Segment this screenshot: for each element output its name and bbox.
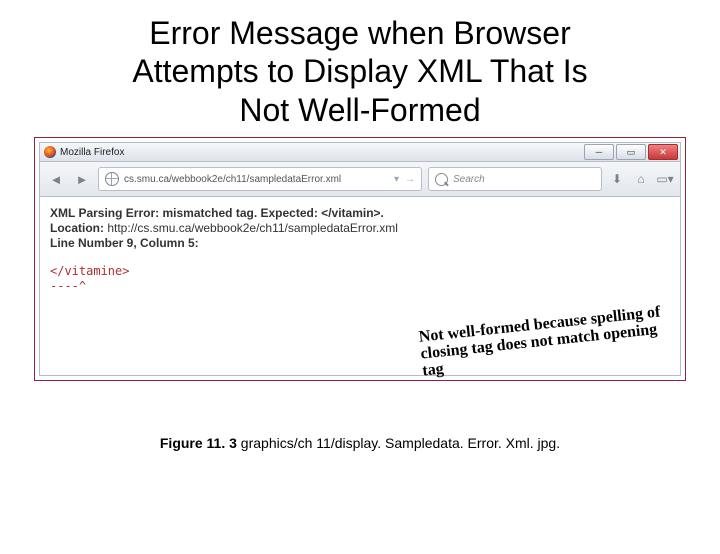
forward-button[interactable]: ► xyxy=(72,169,92,189)
back-button[interactable]: ◄ xyxy=(46,169,66,189)
home-icon[interactable]: ⌂ xyxy=(632,170,650,188)
window-title-text: Mozilla Firefox xyxy=(60,147,124,158)
downloads-icon[interactable]: ⬇ xyxy=(608,170,626,188)
url-text: cs.smu.ca/webbook2e/ch11/sampledataError… xyxy=(124,174,341,185)
error-snippet: </vitamine> ----^ xyxy=(50,264,670,293)
search-box[interactable]: Search xyxy=(428,167,602,191)
bookmarks-icon[interactable]: ▭▾ xyxy=(656,170,674,188)
go-arrow-icon[interactable]: → xyxy=(405,174,415,185)
minimize-button[interactable]: ─ xyxy=(584,144,614,160)
line-number-label: Line Number 9, Column 5: xyxy=(50,236,199,250)
navigation-toolbar: ◄ ► cs.smu.ca/webbook2e/ch11/sampledataE… xyxy=(39,161,681,197)
slide-title: Error Message when Browser Attempts to D… xyxy=(40,14,680,129)
firefox-icon xyxy=(44,146,56,158)
window-controls: ─ ▭ ✕ xyxy=(584,144,680,160)
search-icon xyxy=(435,173,448,186)
url-bar[interactable]: cs.smu.ca/webbook2e/ch11/sampledataError… xyxy=(98,167,422,191)
figure-caption: Figure 11. 3 graphics/ch 11/display. Sam… xyxy=(0,435,720,451)
location-label: Location: xyxy=(50,221,104,235)
globe-icon xyxy=(105,172,119,186)
maximize-button[interactable]: ▭ xyxy=(616,144,646,160)
location-value: http://cs.smu.ca/webbook2e/ch11/sampleda… xyxy=(107,221,398,235)
window-titlebar: Mozilla Firefox ─ ▭ ✕ xyxy=(39,142,681,161)
dropdown-icon[interactable]: ▾ xyxy=(394,174,399,185)
error-heading: XML Parsing Error: mismatched tag. Expec… xyxy=(50,206,384,220)
close-button[interactable]: ✕ xyxy=(648,144,678,160)
search-placeholder: Search xyxy=(453,174,485,185)
